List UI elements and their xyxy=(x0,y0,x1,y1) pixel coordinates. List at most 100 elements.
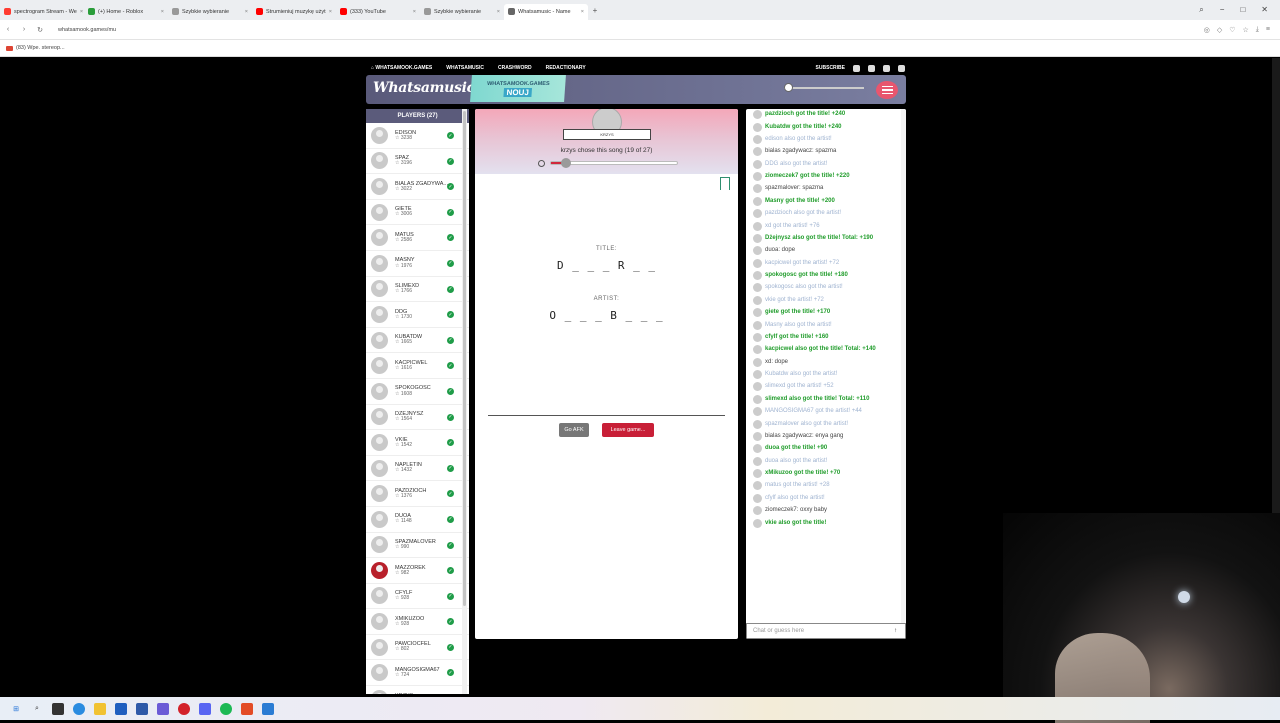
maximize-icon[interactable]: □ xyxy=(1240,5,1245,15)
discord-taskbar-icon[interactable] xyxy=(199,702,211,715)
tab-close-icon[interactable]: × xyxy=(413,9,416,15)
download-icon[interactable]: ⤓ xyxy=(1256,26,1259,34)
player-row[interactable]: XMIKUZOO ☆ 928 ✓ xyxy=(366,609,469,635)
player-row[interactable]: PAWCIOCFEL ☆ 802 ✓ xyxy=(366,635,469,661)
player-row[interactable]: GIETE ☆ 3006 ✓ xyxy=(366,200,469,226)
player-row[interactable]: DUOA ☆ 1148 ✓ xyxy=(366,507,469,533)
store-icon[interactable] xyxy=(115,702,127,715)
tab-close-icon[interactable]: × xyxy=(80,9,83,15)
nav-home-link[interactable]: ⌂ WHATSAMOOK.GAMES xyxy=(371,65,432,71)
chat-message: DDG also got the artist! xyxy=(753,159,900,171)
player-score: 1616 xyxy=(400,364,412,371)
leave-game-button[interactable]: Leave game... xyxy=(602,423,654,437)
promo-banner[interactable]: WHATSAMOOK.GAMES NOUJ xyxy=(470,75,566,102)
tab-close-icon[interactable]: × xyxy=(245,9,248,15)
chat-avatar-icon xyxy=(753,370,762,380)
url-field[interactable]: whatsamook.games/mu xyxy=(58,27,116,33)
browser-tab[interactable]: Szybkie wybieranie × xyxy=(420,4,504,20)
teams-icon[interactable] xyxy=(157,702,169,715)
player-info: DDG ☆ 1730 xyxy=(395,309,412,321)
whatsamusic-logo[interactable]: Whatsamusic xyxy=(373,80,475,96)
search-tabs-icon[interactable]: ⌕ xyxy=(1199,5,1203,15)
send-icon[interactable]: ↑ xyxy=(894,628,897,634)
chat-input[interactable]: Chat or guess here ↑ xyxy=(746,623,906,639)
tiktok-icon[interactable] xyxy=(883,64,890,72)
nav-redactionary-link[interactable]: REDACTIONARY xyxy=(546,65,586,71)
player-row[interactable]: DDG ☆ 1730 ✓ xyxy=(366,302,469,328)
forward-icon[interactable]: › xyxy=(16,26,32,33)
chat-message: duoa also got the artist! xyxy=(753,456,900,468)
player-row[interactable]: MASNY ☆ 1976 ✓ xyxy=(366,251,469,277)
hamburger-menu-button[interactable] xyxy=(876,81,898,99)
close-window-icon[interactable]: ✕ xyxy=(1261,5,1268,15)
browser-tab[interactable]: Strumieniuj muzykę użyt × xyxy=(252,4,336,20)
twitter-icon[interactable] xyxy=(853,64,860,72)
players-scrollbar[interactable] xyxy=(462,109,467,694)
task-view-icon[interactable] xyxy=(52,702,64,715)
player-row[interactable]: BIALAS ZGADYWA... ☆ 3022 ✓ xyxy=(366,174,469,200)
tab-close-icon[interactable]: × xyxy=(329,9,332,15)
player-row[interactable]: PAZDZIOCH ☆ 1376 ✓ xyxy=(366,481,469,507)
chat-message-text: xd: dope xyxy=(765,358,789,365)
chat-avatar-icon xyxy=(753,481,762,491)
new-tab-button[interactable]: + xyxy=(588,6,602,15)
tab-favicon-icon xyxy=(88,8,95,15)
edge-icon[interactable] xyxy=(73,702,85,715)
back-icon[interactable]: ‹ xyxy=(0,26,16,33)
volume-slider[interactable] xyxy=(784,83,864,92)
pause-icon[interactable] xyxy=(538,160,545,167)
bookmark-item[interactable]: (83) Wpe. stereop... xyxy=(16,45,65,51)
tab-close-icon[interactable]: × xyxy=(161,9,164,15)
player-row[interactable]: KUBATDW ☆ 1665 ✓ xyxy=(366,328,469,354)
browser-tab[interactable]: spectrogram Stream - We × xyxy=(0,4,84,20)
heart-icon[interactable]: ♡ xyxy=(1229,26,1235,34)
player-row[interactable]: CFYLF ☆ 928 ✓ xyxy=(366,584,469,610)
browser-tab[interactable]: (+) Home - Roblox × xyxy=(84,4,168,20)
player-row[interactable]: KRZYS☆ xyxy=(366,686,469,694)
minimize-icon[interactable]: − xyxy=(1220,5,1225,15)
player-row[interactable]: MAZZOREK ☆ 982 ✓ xyxy=(366,558,469,584)
player-row[interactable]: DZEJNYSZ ☆ 1564 ✓ xyxy=(366,405,469,431)
player-row[interactable]: SPAZ ☆ 3196 ✓ xyxy=(366,149,469,175)
window-icon[interactable] xyxy=(262,702,274,715)
player-row[interactable]: MATUS ☆ 2586 ✓ xyxy=(366,225,469,251)
player-row[interactable]: SLIMEXD ☆ 1766 ✓ xyxy=(366,277,469,303)
menu-icon[interactable]: ≡ xyxy=(1266,26,1270,34)
nav-whatsamusic-link[interactable]: WHATSAMUSIC xyxy=(446,65,484,71)
player-row[interactable]: MANGOSIGMA67 ☆ 724 ✓ xyxy=(366,660,469,687)
player-row[interactable]: SPAZMALOVER ☆ 990 ✓ xyxy=(366,533,469,559)
browser-tab[interactable]: (333) YouTube × xyxy=(336,4,420,20)
opera-icon[interactable] xyxy=(178,702,190,715)
player-row[interactable]: KACPICWEL ☆ 1616 ✓ xyxy=(366,353,469,379)
go-afk-button[interactable]: Go AFK xyxy=(559,423,589,437)
shield-icon[interactable]: ◇ xyxy=(1217,26,1222,34)
chat-message: duoa: dope xyxy=(753,245,900,257)
windows-start-icon[interactable]: ⊞ xyxy=(10,703,22,715)
player-avatar xyxy=(371,126,388,144)
player-row[interactable]: VKIE ☆ 1542 ✓ xyxy=(366,430,469,456)
player-row[interactable]: EDISON ☆ 3238 ✓ xyxy=(366,123,469,149)
player-row[interactable]: SPOKOGOSC ☆ 1608 ✓ xyxy=(366,379,469,405)
reload-icon[interactable]: ↻ xyxy=(32,26,48,34)
tab-close-icon[interactable]: × xyxy=(581,9,584,15)
browser-tab[interactable]: Szybkie wybieranie × xyxy=(168,4,252,20)
player-score: 928 xyxy=(400,595,410,602)
camera-icon[interactable]: ◎ xyxy=(1204,26,1210,34)
spotify-icon[interactable] xyxy=(220,702,232,715)
discord-icon[interactable] xyxy=(898,64,905,72)
chat-panel: pazdzioch got the title! +240 Kubatdw got… xyxy=(746,109,906,639)
game-icon[interactable] xyxy=(241,702,253,715)
bookmark-icon[interactable] xyxy=(720,177,730,190)
volume-knob[interactable] xyxy=(784,83,793,92)
app-icon[interactable] xyxy=(136,702,148,715)
instagram-icon[interactable] xyxy=(868,64,875,72)
browser-tab[interactable]: Whatsamusic - Name × xyxy=(504,3,588,20)
nav-crashword-link[interactable]: CRASHWORD xyxy=(498,65,532,71)
subscribe-link[interactable]: SUBSCRIBE xyxy=(816,65,845,71)
tab-close-icon[interactable]: × xyxy=(497,9,500,15)
player-row[interactable]: NAPLETIN ☆ 1432 ✓ xyxy=(366,456,469,482)
search-icon[interactable]: ⌕ xyxy=(31,703,43,715)
chat-scrollbar[interactable] xyxy=(901,109,906,623)
star-icon[interactable]: ☆ xyxy=(1243,26,1249,34)
file-explorer-icon[interactable] xyxy=(94,702,106,715)
